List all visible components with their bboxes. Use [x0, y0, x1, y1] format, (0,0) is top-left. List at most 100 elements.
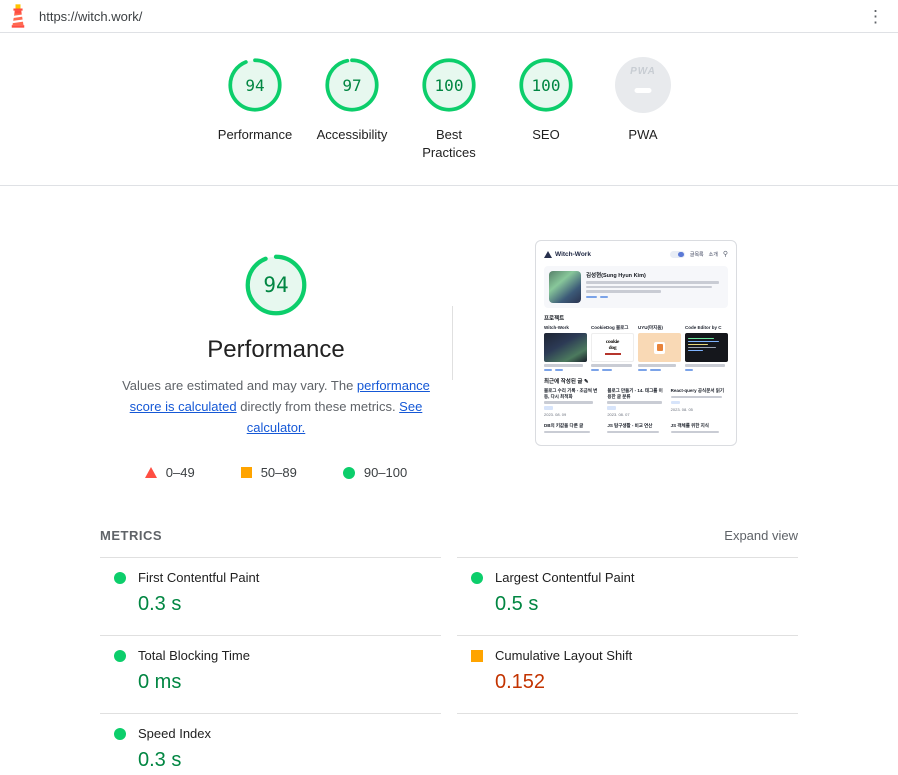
- score-value: 97: [324, 57, 380, 113]
- text-bar: [671, 396, 723, 399]
- tag-chip: [607, 406, 616, 410]
- gauge-seo[interactable]: 100 SEO: [498, 57, 595, 185]
- score-label: Best Practices: [409, 126, 489, 161]
- tag-chip: [544, 369, 552, 372]
- legend-fail: 0–49: [145, 465, 195, 480]
- text-bar: [591, 364, 632, 367]
- performance-category-header: 94 Performance Values are estimated and …: [100, 186, 798, 480]
- metrics-header: METRICS Expand view: [100, 528, 798, 557]
- metric-first-contentful-paint: First Contentful Paint 0.3 s: [100, 557, 441, 635]
- project-image: cookie dog: [591, 333, 634, 362]
- thumb-nav: 글목록 소개 ⚲: [670, 251, 728, 258]
- tag-chip: [650, 369, 661, 372]
- score-value: 94: [244, 253, 308, 317]
- thumb-avatar: [549, 271, 581, 303]
- score-label: Accessibility: [317, 126, 388, 144]
- profile-link-bar: [600, 296, 608, 299]
- project-image: [685, 333, 728, 362]
- project-image: [544, 333, 587, 362]
- uyu-logo-icon: [657, 344, 663, 351]
- gauge-best-practices[interactable]: 100 Best Practices: [401, 57, 498, 185]
- metric-largest-contentful-paint: Largest Contentful Paint 0.5 s: [457, 557, 798, 635]
- thumb-nav-item: 글목록: [690, 251, 704, 258]
- metric-name: Cumulative Layout Shift: [495, 648, 632, 663]
- text-bar: [586, 290, 661, 293]
- witch-hat-logo-icon: [544, 251, 552, 258]
- kebab-menu-icon[interactable]: ⋮: [863, 6, 888, 27]
- metrics-column-right: Largest Contentful Paint 0.5 s Cumulativ…: [457, 557, 798, 775]
- pass-circle-icon: [343, 467, 355, 479]
- metrics-grid: First Contentful Paint 0.3 s Total Block…: [100, 557, 798, 775]
- thumb-profile-card: 김성현(Sung Hyun Kim): [544, 266, 728, 308]
- expand-view-button[interactable]: Expand view: [724, 528, 798, 543]
- post-item: React-query 공식문서 읽기 2023. 08. 05: [671, 388, 728, 417]
- theme-toggle-icon: [670, 251, 685, 258]
- metric-cumulative-layout-shift: Cumulative Layout Shift 0.152: [457, 635, 798, 714]
- thumb-site-header: Witch-Work 글목록 소개 ⚲: [544, 248, 728, 261]
- tag-chip: [602, 369, 612, 372]
- score-value: 100: [518, 57, 574, 113]
- vertical-divider: [452, 306, 453, 380]
- description-text: Values are estimated and may vary. The: [122, 378, 357, 393]
- text-bar: [607, 431, 659, 434]
- tag-chip: [685, 369, 693, 372]
- metric-speed-index: Speed Index 0.3 s: [100, 713, 441, 775]
- metric-name: Largest Contentful Paint: [495, 570, 634, 585]
- metric-total-blocking-time: Total Blocking Time 0 ms: [100, 635, 441, 713]
- legend-range: 0–49: [166, 465, 195, 480]
- post-item: DB의 키값을 다룬 글: [544, 423, 601, 433]
- average-square-icon: [471, 650, 483, 662]
- pass-circle-icon: [114, 572, 126, 584]
- pass-circle-icon: [114, 728, 126, 740]
- pwa-badge-text: PWA: [615, 66, 671, 77]
- project-card: UYU(마지움): [638, 325, 681, 371]
- text-bar: [586, 286, 712, 289]
- thumb-section-recent: 최근에 작성된 글 ✎: [544, 377, 728, 385]
- tag-chip: [638, 369, 647, 372]
- tag-chip: [591, 369, 599, 372]
- description-text: directly from these metrics.: [237, 399, 400, 414]
- thumb-post-list: 블로그 수리 기록 - 조금씩 변동, 다시 최적화 2023. 08. 09 …: [544, 388, 728, 433]
- project-image: [638, 333, 681, 362]
- score-label: PWA: [628, 126, 657, 144]
- pass-circle-icon: [471, 572, 483, 584]
- project-card: CookieDog 블로그 cookie dog: [591, 325, 634, 371]
- performance-big-gauge: 94: [244, 253, 308, 317]
- metric-name: Total Blocking Time: [138, 648, 250, 663]
- project-card: Code Editor by C: [685, 325, 728, 371]
- gauge-pwa[interactable]: PWA PWA: [595, 57, 692, 185]
- metric-value: 0.5 s: [495, 593, 798, 616]
- post-item: JS 탐구생활 - 비교 연산: [607, 423, 664, 433]
- cookie-logo-rule: [605, 353, 621, 355]
- post-item: JS 객체를 위한 지식: [671, 423, 728, 433]
- score-legend: 0–49 50–89 90–100: [145, 465, 407, 480]
- gauge-performance[interactable]: 94 Performance: [207, 57, 304, 185]
- text-bar: [544, 364, 583, 367]
- post-item: 블로그 수리 기록 - 조금씩 변동, 다시 최적화 2023. 08. 09: [544, 388, 601, 417]
- thumb-brand: Witch-Work: [555, 251, 591, 258]
- legend-pass: 90–100: [343, 465, 407, 480]
- metrics-column-left: First Contentful Paint 0.3 s Total Block…: [100, 557, 441, 775]
- gauge-accessibility[interactable]: 97 Accessibility: [304, 57, 401, 185]
- text-bar: [685, 364, 725, 367]
- metric-value: 0.3 s: [138, 749, 441, 772]
- metric-name: First Contentful Paint: [138, 570, 259, 585]
- profile-link-bar: [586, 296, 597, 299]
- text-bar: [638, 364, 676, 367]
- metrics-heading: METRICS: [100, 528, 162, 543]
- project-card: Witch-Work: [544, 325, 587, 371]
- final-screenshot-thumbnail[interactable]: Witch-Work 글목록 소개 ⚲ 김성현(Sung Hyun Kim): [535, 240, 737, 446]
- search-icon: ⚲: [723, 251, 728, 258]
- score-value: 100: [421, 57, 477, 113]
- legend-range: 90–100: [364, 465, 407, 480]
- text-bar: [671, 431, 720, 434]
- score-value: 94: [227, 57, 283, 113]
- metric-value: 0.3 s: [138, 593, 441, 616]
- thumb-profile-name: 김성현(Sung Hyun Kim): [586, 271, 723, 279]
- pwa-dash-icon: [635, 88, 652, 93]
- thumb-section-projects: 프로젝트: [544, 314, 728, 322]
- category-title: Performance: [207, 336, 344, 364]
- text-bar: [607, 401, 661, 404]
- pwa-badge-icon: PWA: [615, 57, 671, 113]
- fail-triangle-icon: [145, 467, 157, 478]
